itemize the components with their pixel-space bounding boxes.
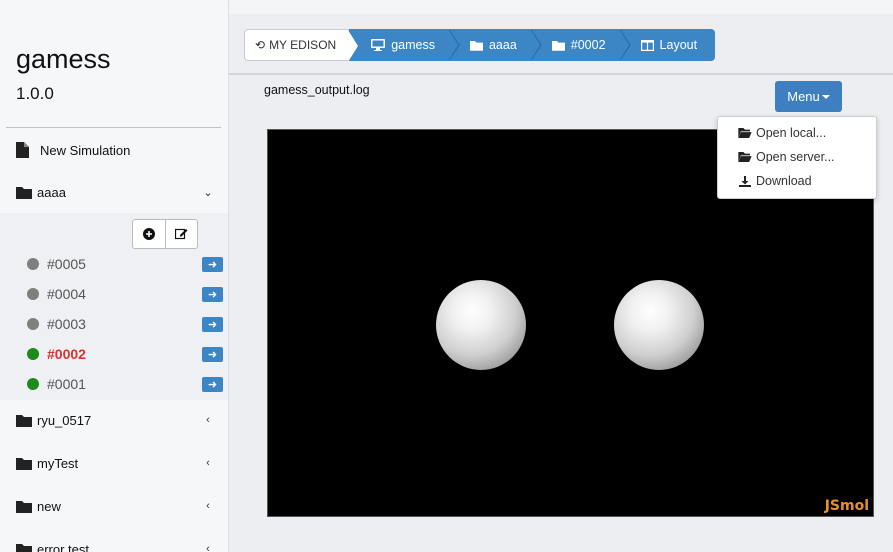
chevron-left-icon: ‹	[206, 543, 210, 552]
folder-icon	[16, 414, 32, 427]
job-label: #0002	[47, 346, 86, 362]
folder-label: aaaa	[37, 184, 66, 200]
folder-label: ryu_0517	[37, 412, 92, 428]
arrow-right-icon[interactable]: ➜	[202, 376, 223, 392]
breadcrumb-label: Layout	[659, 38, 698, 52]
folder-open-icon	[738, 128, 752, 138]
chevron-down-icon: ⌄	[203, 186, 213, 199]
menu-item-download[interactable]: Download	[738, 172, 812, 190]
arrow-right-icon[interactable]: ➜	[202, 316, 223, 332]
monitor-icon	[371, 39, 386, 51]
breadcrumb-label: #0002	[570, 38, 606, 52]
breadcrumb-item-layout[interactable]: Layout	[618, 29, 716, 61]
status-dot	[27, 378, 39, 390]
status-dot	[27, 348, 39, 360]
atom-sphere	[436, 280, 526, 370]
sidebar-folder-new[interactable]: new ‹	[16, 496, 214, 516]
job-label: #0001	[47, 376, 86, 392]
chevron-left-icon: ‹	[206, 414, 210, 426]
arrow-right-icon[interactable]: ➜	[202, 346, 223, 362]
new-simulation-button[interactable]: New Simulation	[16, 139, 130, 161]
plus-circle-icon	[143, 228, 155, 240]
breadcrumb-item-gamess[interactable]: gamess	[349, 29, 460, 61]
breadcrumb: ⟲ MY EDISON gamess aaaa #0002 Layout	[244, 29, 716, 62]
job-row[interactable]: #0003 ➜	[27, 314, 223, 334]
sidebar-divider	[6, 127, 221, 128]
folder-icon	[16, 543, 32, 552]
atom-sphere	[614, 280, 704, 370]
sidebar-folder-aaaa[interactable]: aaaa ⌄	[16, 182, 214, 202]
job-list-panel	[0, 213, 228, 400]
menu-item-label: Open local...	[756, 126, 827, 140]
folder-icon	[16, 186, 32, 199]
chevron-left-icon: ‹	[206, 500, 210, 512]
breadcrumb-item-0002[interactable]: #0002	[529, 29, 631, 61]
menu-item-open-server[interactable]: Open server...	[738, 148, 835, 166]
columns-icon	[640, 39, 654, 51]
breadcrumb-label: aaaa	[488, 38, 517, 52]
menu-item-label: Download	[756, 174, 812, 188]
job-row[interactable]: #0001 ➜	[27, 374, 223, 394]
status-dot	[27, 288, 39, 300]
breadcrumb-label: gamess	[391, 38, 435, 52]
header-strip	[229, 0, 893, 14]
sidebar-folder-error-test[interactable]: error test ‹	[16, 539, 214, 552]
folder-label: error test	[37, 541, 90, 552]
breadcrumb-separator	[529, 29, 540, 61]
status-dot	[27, 258, 39, 270]
download-icon	[739, 175, 751, 187]
menu-button-label: Menu	[787, 89, 820, 104]
chevron-left-icon: ‹	[206, 457, 210, 469]
menu-button[interactable]: Menu	[775, 81, 842, 112]
breadcrumb-home-label: MY EDISON	[269, 38, 337, 52]
sidebar: gamess 1.0.0 New Simulation aaaa ⌄ #0005…	[0, 0, 229, 552]
folder-icon	[16, 500, 32, 513]
status-dot	[27, 318, 39, 330]
breadcrumb-separator	[447, 29, 458, 61]
app-title: gamess	[16, 44, 111, 74]
sidebar-folder-mytest[interactable]: myTest ‹	[16, 453, 214, 473]
document-icon	[16, 142, 29, 158]
add-job-button[interactable]	[133, 220, 165, 248]
app-version: 1.0.0	[16, 84, 54, 103]
menu-dropdown: Open local... Open server... Download	[717, 116, 877, 199]
folder-icon	[551, 40, 565, 51]
menu-item-open-local[interactable]: Open local...	[738, 124, 826, 142]
edit-icon	[175, 228, 188, 240]
arrow-right-icon[interactable]: ➜	[202, 286, 223, 302]
menu-item-label: Open server...	[756, 150, 835, 164]
edit-job-button[interactable]	[165, 220, 197, 248]
folder-icon	[469, 40, 483, 51]
breadcrumb-separator	[618, 29, 629, 61]
breadcrumb-home[interactable]: ⟲ MY EDISON	[244, 29, 359, 62]
job-row-active[interactable]: #0002 ➜	[27, 344, 223, 364]
arrow-right-icon[interactable]: ➜	[202, 256, 223, 272]
sidebar-folder-ryu-0517[interactable]: ryu_0517 ‹	[16, 410, 214, 430]
job-actions	[132, 219, 198, 249]
breadcrumb-separator	[348, 30, 359, 62]
history-icon: ⟲	[255, 38, 266, 52]
folder-label: new	[37, 498, 61, 514]
folder-open-icon	[738, 152, 752, 162]
caret-down-icon	[821, 94, 830, 99]
new-simulation-label: New Simulation	[40, 142, 131, 158]
folder-icon	[16, 457, 32, 470]
job-label: #0005	[47, 256, 86, 272]
jsmol-logo: JSmol	[824, 498, 869, 514]
job-row[interactable]: #0005 ➜	[27, 254, 223, 274]
folder-label: myTest	[37, 455, 79, 471]
job-label: #0004	[47, 286, 86, 302]
breadcrumb-item-aaaa[interactable]: aaaa	[447, 29, 542, 61]
job-row[interactable]: #0004 ➜	[27, 284, 223, 304]
job-label: #0003	[47, 316, 86, 332]
output-file-name: gamess_output.log	[264, 83, 370, 97]
